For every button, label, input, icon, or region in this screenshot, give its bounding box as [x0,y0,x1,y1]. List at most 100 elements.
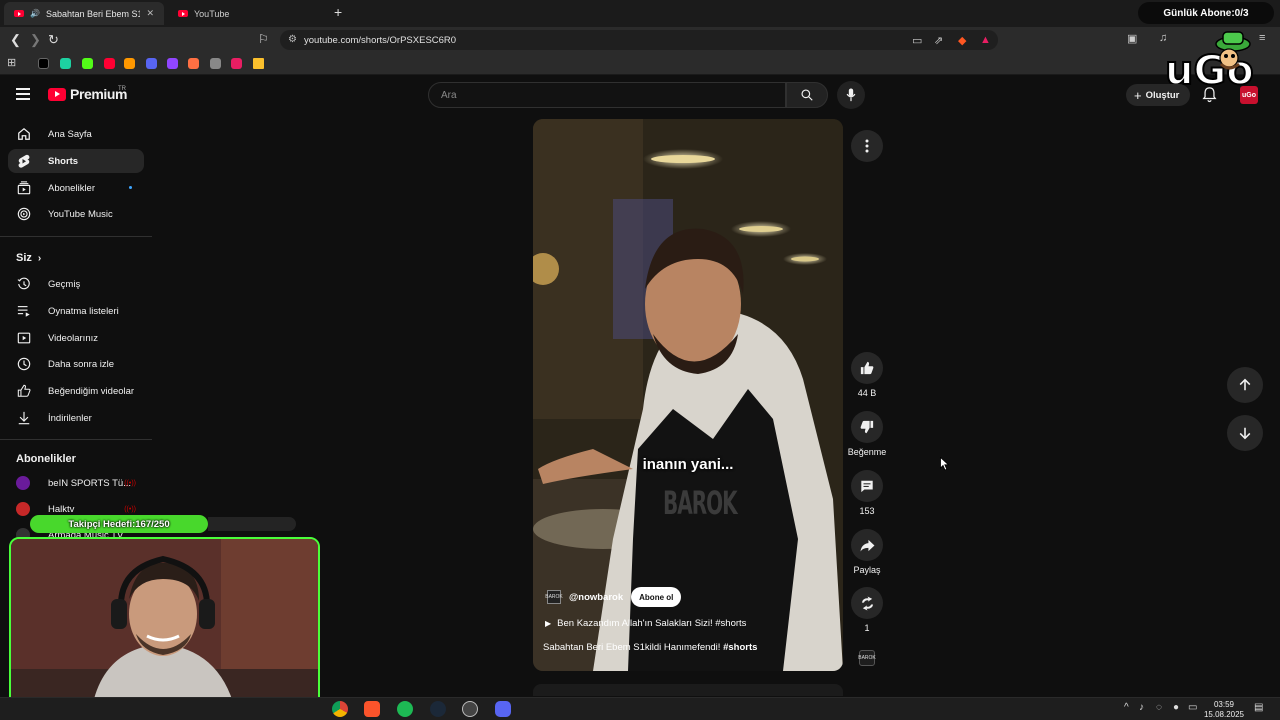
x-bookmark-icon[interactable] [38,58,49,69]
sidebar-item-subscriptions[interactable]: Abonelikler [8,176,144,200]
sound-source-avatar[interactable]: BAROK [858,650,876,666]
discord-bookmark-icon[interactable] [146,58,157,69]
microphone-tray-icon[interactable]: ● [1173,702,1179,713]
next-short-button[interactable] [1227,415,1263,451]
create-button[interactable]: + Oluştur [1126,84,1190,106]
remix-action: 1 [845,587,889,633]
microphone-icon [846,88,856,102]
chrome-icon[interactable] [332,701,348,717]
channel-row: BAROK @nowbarok Abone ol [545,587,682,607]
sidebar-you-heading[interactable]: Siz › [16,252,41,264]
account-avatar[interactable]: uGo [1240,86,1258,104]
youtube-premium-logo[interactable]: Premium [48,86,128,102]
sidebar-item-downloads[interactable]: İndirilenler [8,406,144,430]
sidebar-item-playlists[interactable]: Oynatma listeleri [8,299,144,323]
reload-icon[interactable]: ↻ [48,32,59,48]
remix-button[interactable] [851,587,883,619]
sidebar-item-your-videos[interactable]: Videolarınız [8,326,144,350]
discord-icon[interactable] [495,701,511,717]
previous-short-button[interactable] [1227,367,1263,403]
voice-search-button[interactable] [837,81,865,109]
sidebar-item-history[interactable]: Geçmiş [8,272,144,296]
like-button[interactable] [851,352,883,384]
bookmark-icon-9[interactable] [210,58,221,69]
create-label: Oluştur [1145,89,1180,101]
shorts-video-player[interactable]: inanın yani... BAROK BAROK @nowbarok Abo… [533,119,843,671]
site-info-icon[interactable]: ⚙ [288,34,297,45]
address-bar-row: ❮ ❯ ↻ ⚐ ⚙ youtube.com/shorts/OrPSXESC6R0… [0,27,1280,53]
more-vert-icon [865,139,869,153]
guide-menu-icon[interactable] [16,88,30,100]
notifications-button[interactable] [1202,87,1217,108]
network-icon[interactable]: ◌ [1156,702,1162,713]
bookmark-icon-2[interactable] [60,58,71,69]
comments-button[interactable] [851,470,883,502]
sidebar-item-label: Beğendiğim videolar [48,385,135,397]
sidebar-item-home[interactable]: Ana Sayfa [8,122,144,146]
sidebar-subscriptions-heading: Abonelikler [16,453,76,465]
back-icon[interactable]: ❮ [10,32,21,48]
channel-avatar[interactable]: BAROK [545,590,563,604]
url-field[interactable]: ⚙ youtube.com/shorts/OrPSXESC6R0 ▭ ⇗ ◆ ▲ [280,30,998,50]
twitch-bookmark-icon[interactable] [167,58,178,69]
sidebar-item-label: Shorts [48,155,79,167]
speaker-icon[interactable]: 🔊 [30,9,40,18]
search-button[interactable] [786,82,828,108]
spotify-icon[interactable] [397,701,413,717]
share-button[interactable] [851,529,883,561]
bookmarks-bar: ⊞ [0,53,1280,75]
tab-youtube[interactable]: YouTube [168,2,328,25]
youtube-bookmark-icon[interactable] [104,58,115,69]
bookmark-icon-5[interactable] [124,58,135,69]
sidebar-item-youtube-music[interactable]: YouTube Music [8,202,144,226]
channel-avatar [16,502,30,516]
system-clock[interactable]: 03:59 15.08.2025 [1203,700,1245,720]
dislike-action: Beğenme [845,411,889,457]
kick-bookmark-icon[interactable] [82,58,93,69]
forward-icon[interactable]: ❯ [30,32,41,48]
notifications-tray-icon[interactable]: ▤ [1254,702,1263,713]
browser-menu-icon[interactable]: ≡ [1259,32,1265,44]
share-action: Paylaş [845,529,889,575]
sidebar-item-shorts[interactable]: Shorts [8,149,144,173]
display-icon[interactable]: ▭ [1188,702,1197,713]
video-description[interactable]: Sabahtan Beri Ebem S1kildi Hanımefendi! … [543,642,757,653]
related-video-link[interactable]: ▶ Ben Kazandım Allah'ın Salakları Sizi! … [545,618,746,629]
tray-overflow-icon[interactable]: ^ [1124,702,1129,713]
brave-shield-icon[interactable]: ◆ [958,34,966,47]
bookmark-icon-8[interactable] [188,58,199,69]
next-short-preview[interactable] [533,684,843,696]
sidebar-toggle-icon[interactable]: ▣ [1127,32,1137,45]
steam-icon[interactable] [430,701,446,717]
liked-videos-icon [16,383,32,399]
brave-rewards-icon[interactable]: ▲ [980,34,991,46]
close-tab-icon[interactable]: ✕ [146,8,154,19]
arrow-up-icon [1239,378,1251,391]
search-input[interactable]: Ara [428,82,786,108]
new-tab-button[interactable]: + [334,4,342,20]
obs-icon[interactable] [462,701,478,717]
cast-icon[interactable]: ▭ [912,34,922,47]
comments-action: 153 [845,470,889,516]
sidebar-subscription-bein-sports[interactable]: beIN SPORTS Tü... ((•)) [8,471,144,495]
hashtag-link[interactable]: #shorts [723,642,757,653]
tab-active[interactable]: 🔊 Sabahtan Beri Ebem S1kildi H ✕ [4,2,164,25]
subscriptions-icon [16,180,32,196]
dislike-button[interactable] [851,411,883,443]
tab-title: YouTube [194,8,230,19]
volume-icon[interactable]: ♪ [1139,702,1144,713]
apps-grid-icon[interactable]: ⊞ [7,56,16,69]
folder-icon[interactable] [253,58,264,69]
more-options-button[interactable] [851,130,883,162]
webcam-overlay [9,537,320,711]
channel-name[interactable]: @nowbarok [569,592,623,603]
sidebar-item-watch-later[interactable]: Daha sonra izle [8,352,144,376]
share-label: Paylaş [853,565,881,575]
bookmark-icon[interactable]: ⚐ [258,32,269,46]
subscribe-button[interactable]: Abone ol [631,587,682,607]
share-page-icon[interactable]: ⇗ [934,34,943,47]
brave-icon[interactable] [364,701,380,717]
sidebar-item-liked-videos[interactable]: Beğendiğim videolar [8,379,144,403]
search-placeholder: Ara [441,89,457,101]
bookmark-icon-10[interactable] [231,58,242,69]
